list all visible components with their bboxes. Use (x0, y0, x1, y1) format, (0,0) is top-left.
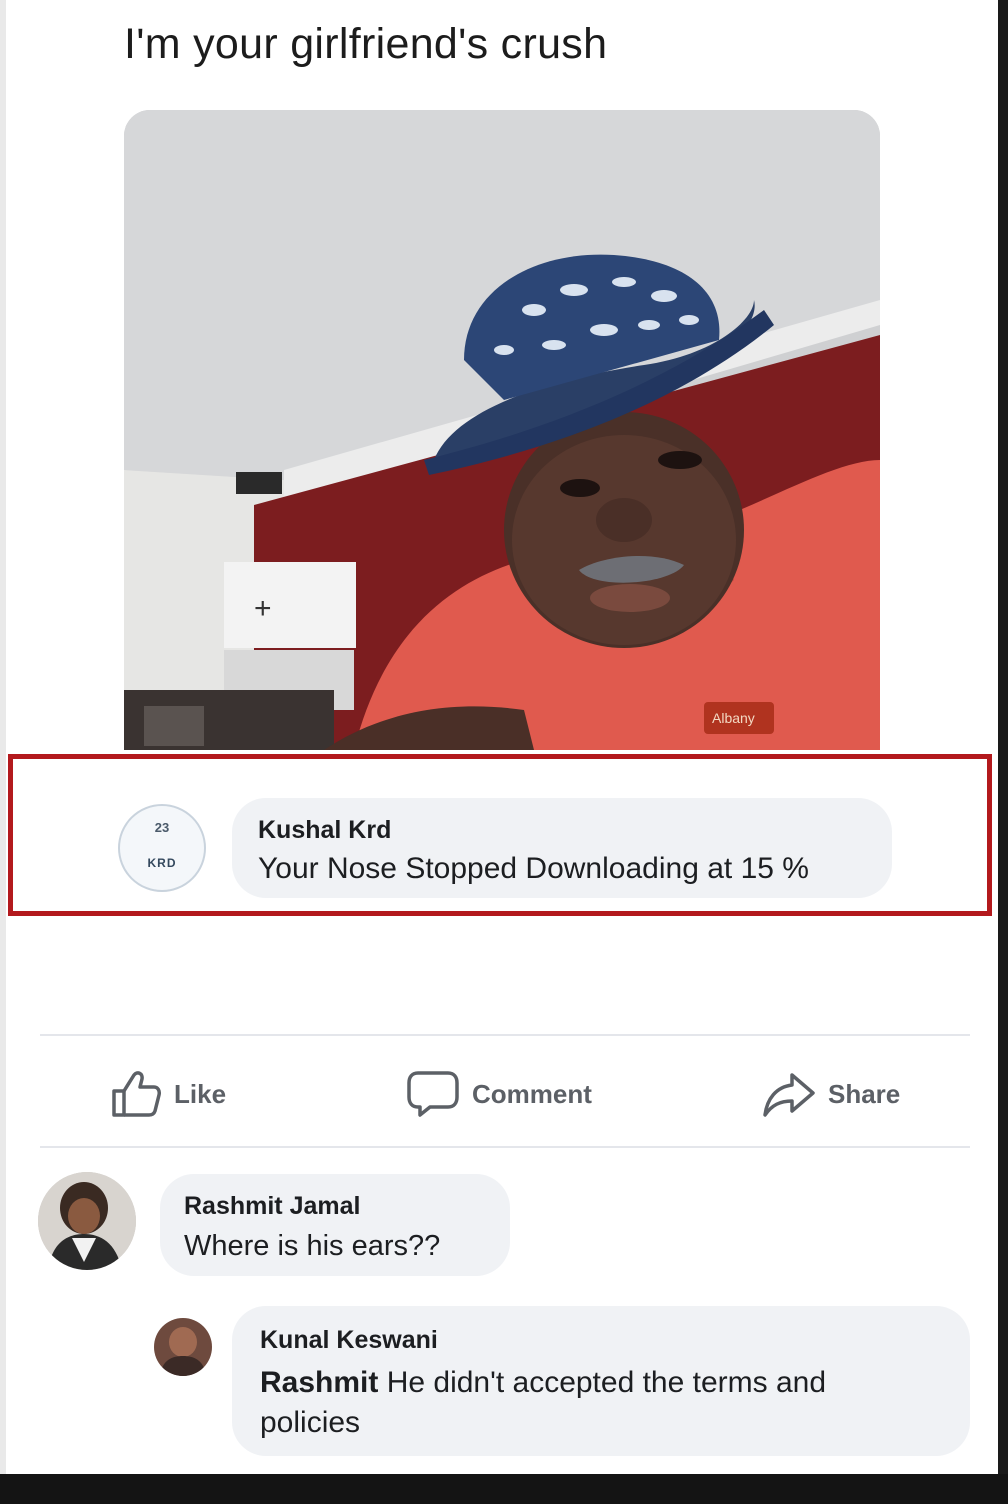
comment-bubble: Rashmit Jamal Where is his ears?? (160, 1174, 510, 1276)
post-screenshot: I'm your girlfriend's crush + Albany 23 … (0, 0, 1008, 1504)
divider-top (40, 1034, 970, 1036)
rashmit-avatar-image (38, 1172, 136, 1270)
mention-link[interactable]: Rashmit (260, 1366, 378, 1399)
reply-bubble: Kunal Keswani Rashmit He didn't accepted… (232, 1306, 970, 1456)
comment-author[interactable]: Kushal Krd (258, 816, 391, 845)
share-button[interactable]: Share (762, 1066, 900, 1122)
share-label: Share (828, 1078, 901, 1109)
left-edge (0, 0, 6, 1504)
kushal-avatar[interactable]: 23 KRD (118, 804, 206, 892)
thumbs-up-icon (110, 1069, 162, 1119)
avatar-logo-bottom: KRD (147, 856, 177, 870)
kunal-avatar-image (154, 1318, 212, 1376)
kunal-avatar[interactable] (154, 1318, 212, 1376)
comment-bubble: Kushal Krd Your Nose Stopped Downloading… (232, 798, 892, 898)
bottom-bar (0, 1474, 1008, 1504)
comment-text: Where is his ears?? (184, 1230, 441, 1262)
reply-text-line-2: policies (260, 1406, 361, 1439)
post-photo[interactable]: + Albany (124, 110, 880, 750)
photo-image: + Albany (124, 110, 880, 750)
like-button[interactable]: Like (110, 1066, 226, 1122)
comment-label: Comment (472, 1078, 592, 1109)
comment-author[interactable]: Rashmit Jamal (184, 1192, 360, 1221)
comment-icon (406, 1069, 460, 1119)
share-icon (762, 1069, 816, 1119)
post-title: I'm your girlfriend's crush (124, 20, 608, 68)
rashmit-avatar[interactable] (38, 1172, 136, 1270)
right-edge (998, 0, 1008, 1504)
reply-text-line-1: He didn't accepted the terms and (386, 1366, 827, 1399)
reply-author[interactable]: Kunal Keswani (260, 1326, 438, 1355)
svg-text:Albany: Albany (712, 710, 755, 726)
comment-text: Your Nose Stopped Downloading at 15 % (258, 852, 809, 885)
comment-button[interactable]: Comment (406, 1066, 592, 1122)
avatar-logo-top: 23 (154, 820, 170, 835)
like-label: Like (174, 1078, 227, 1109)
reply-line-1: Rashmit He didn't accepted the terms and (260, 1366, 826, 1400)
divider-bottom (40, 1146, 970, 1148)
svg-text:+: + (254, 592, 272, 625)
